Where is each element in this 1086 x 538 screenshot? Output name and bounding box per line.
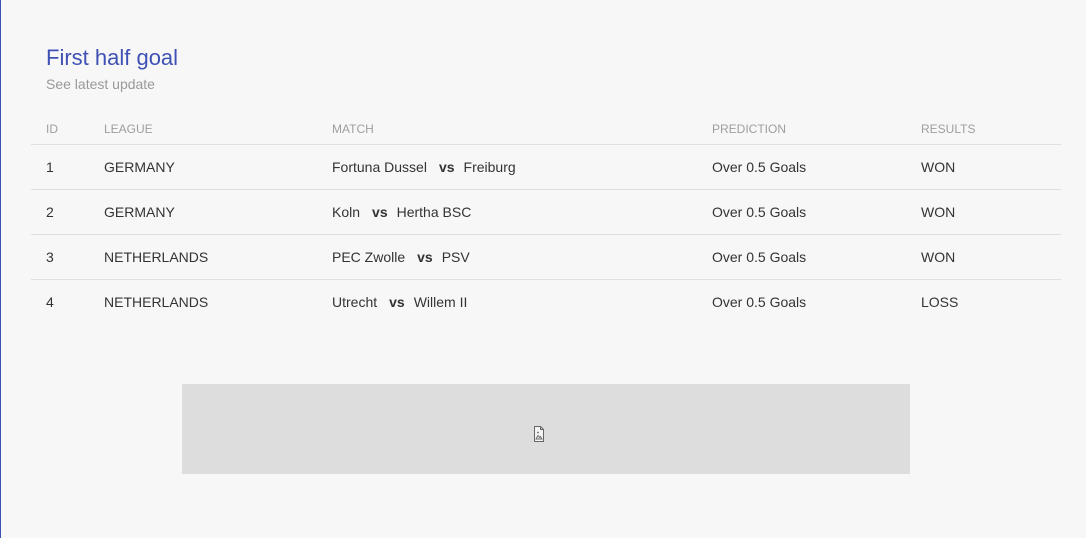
- home-team: Utrecht: [332, 294, 378, 310]
- column-header-id: ID: [31, 114, 104, 145]
- cell-result: WON: [921, 144, 1061, 190]
- cell-league: NETHERLANDS: [104, 294, 209, 310]
- away-team: Willem II: [413, 294, 468, 310]
- table-row: 3 NETHERLANDS PEC Zwolle vs PSV Over 0.5 G…: [31, 234, 1061, 280]
- predictions-card: First half goal See latest update ID LEA…: [0, 0, 1086, 538]
- table-row: 4 NETHERLANDS Utrecht vs Willem II Over 0.…: [31, 280, 1061, 325]
- table-header: ID LEAGUE MATCH PREDICTION RESULTS: [31, 114, 1061, 145]
- cell-id: 2: [31, 189, 104, 235]
- cell-match: Utrecht vs Willem II: [332, 280, 712, 325]
- cell-id: 4: [46, 294, 54, 310]
- home-team: Koln: [332, 204, 361, 220]
- cell-match: Koln vs Hertha BSC: [332, 189, 712, 235]
- table-body: 1 GERMANY Fortuna Dussel vs Freiburg Over …: [31, 144, 1061, 325]
- cell-league: GERMANY: [104, 189, 332, 235]
- vs-label: vs: [372, 204, 388, 220]
- table-header-row: ID LEAGUE MATCH PREDICTION RESULTS: [31, 114, 1061, 145]
- cell-result: WON: [921, 189, 1061, 235]
- table-row: 2 GERMANY Koln vs Hertha BSC Over 0.5 Goal…: [31, 189, 1061, 235]
- cell-prediction: Over 0.5 Goals: [712, 189, 921, 235]
- vs-label: vs: [417, 249, 433, 265]
- cell-id: 1: [31, 144, 104, 190]
- cell-match: PEC Zwolle vs PSV: [332, 234, 712, 280]
- cell-league: NETHERLANDS: [104, 234, 332, 280]
- home-team: Fortuna Dussel: [332, 159, 427, 175]
- home-team: PEC Zwolle: [332, 249, 406, 265]
- cell-prediction: Over 0.5 Goals: [712, 234, 921, 280]
- page-subtitle: See latest update: [46, 76, 155, 92]
- column-header-prediction: PREDICTION: [712, 114, 921, 145]
- away-team: PSV: [441, 249, 470, 265]
- page-title: First half goal: [46, 45, 179, 70]
- cell-prediction: Over 0.5 Goals: [712, 294, 807, 310]
- cell-id: 3: [31, 234, 104, 280]
- cell-match: Fortuna Dussel vs Freiburg: [332, 144, 712, 190]
- column-header-match: MATCH: [332, 114, 712, 145]
- table-row: 1 GERMANY Fortuna Dussel vs Freiburg Over …: [31, 144, 1061, 190]
- away-team: Hertha BSC: [396, 204, 472, 220]
- broken-image-icon: [534, 426, 544, 442]
- cell-result: WON: [921, 234, 1061, 280]
- column-header-results: RESULTS: [921, 114, 1061, 145]
- column-header-league: LEAGUE: [104, 114, 332, 145]
- ad-placeholder[interactable]: [182, 384, 910, 474]
- cell-result: LOSS: [921, 294, 959, 310]
- vs-label: vs: [438, 159, 455, 175]
- cell-prediction: Over 0.5 Goals: [712, 144, 921, 190]
- vs-label: vs: [389, 294, 405, 310]
- predictions-table: ID LEAGUE MATCH PREDICTION RESULTS 1 GER…: [31, 114, 1061, 324]
- away-team: Freiburg: [463, 159, 516, 175]
- cell-league: GERMANY: [104, 144, 332, 190]
